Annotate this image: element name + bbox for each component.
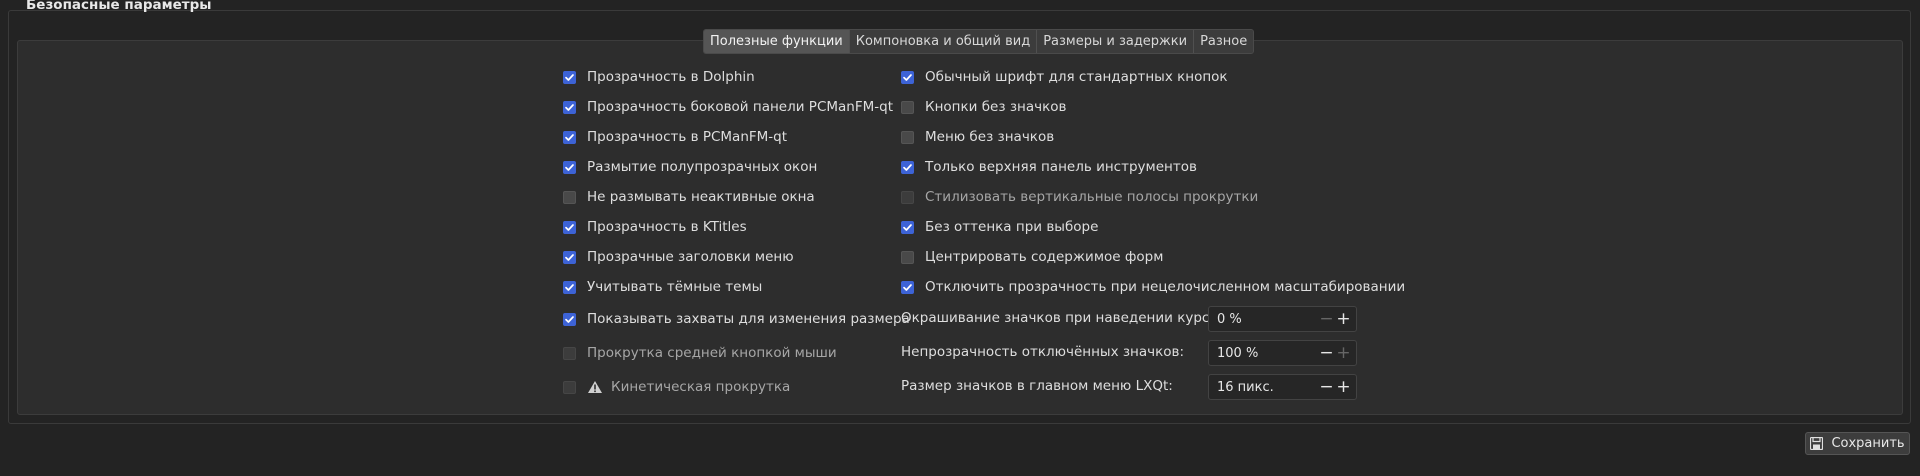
right-option-1[interactable]: Кнопки без значков xyxy=(901,96,1066,118)
plus-icon[interactable]: + xyxy=(1335,341,1352,365)
left-option-9: Прокрутка средней кнопкой мыши xyxy=(563,342,837,364)
left-option-label-1: Прозрачность боковой панели PCManFM-qt xyxy=(587,99,893,115)
spinbox-2[interactable]: 16 пикс. − + xyxy=(1208,374,1357,400)
right-checkbox-7[interactable] xyxy=(901,280,914,294)
minus-icon[interactable]: − xyxy=(1318,375,1335,399)
right-option-2[interactable]: Меню без значков xyxy=(901,126,1054,148)
tab-sizes-delays[interactable]: Размеры и задержки xyxy=(1037,30,1195,53)
left-checkbox-2[interactable] xyxy=(563,130,576,144)
tab-layout-appearance[interactable]: Компоновка и общий вид xyxy=(849,30,1038,53)
spinbox-value-0[interactable]: 0 % xyxy=(1209,312,1318,327)
right-option-3[interactable]: Только верхняя панель инструментов xyxy=(901,156,1197,178)
left-option-8[interactable]: Показывать захваты для изменения размера xyxy=(563,308,910,330)
group-title: Безопасные параметры xyxy=(26,0,212,13)
left-option-label-0: Прозрачность в Dolphin xyxy=(587,69,755,85)
spinbox-1[interactable]: 100 % − + xyxy=(1208,340,1357,366)
spinbox-value-2[interactable]: 16 пикс. xyxy=(1209,380,1318,395)
right-option-0[interactable]: Обычный шрифт для стандартных кнопок xyxy=(901,66,1228,88)
left-option-label-6: Прозрачные заголовки меню xyxy=(587,249,794,265)
left-checkbox-1[interactable] xyxy=(563,100,576,114)
left-option-label-5: Прозрачность в KTitles xyxy=(587,219,747,235)
right-option-5[interactable]: Без оттенка при выборе xyxy=(901,216,1098,238)
right-checkbox-2[interactable] xyxy=(901,130,914,144)
spinbox-0[interactable]: 0 % − + xyxy=(1208,306,1357,332)
left-option-4[interactable]: Не размывать неактивные окна xyxy=(563,186,815,208)
left-checkbox-4[interactable] xyxy=(563,190,576,204)
minus-icon[interactable]: − xyxy=(1318,307,1335,331)
spinbox-label-0: Окрашивание значков при наведении курсор… xyxy=(901,310,1240,326)
save-button-label: Сохранить xyxy=(1831,436,1905,451)
right-option-7[interactable]: Отключить прозрачность при нецелочисленн… xyxy=(901,276,1405,298)
save-button[interactable]: Сохранить xyxy=(1805,432,1910,455)
right-option-label-2: Меню без значков xyxy=(925,129,1055,145)
left-option-label-2: Прозрачность в PCManFM-qt xyxy=(587,129,788,145)
right-option-label-5: Без оттенка при выборе xyxy=(925,219,1099,235)
save-icon xyxy=(1810,437,1824,450)
right-option-4: Стилизовать вертикальные полосы прокрутк… xyxy=(901,186,1258,208)
spinbox-label-2: Размер значков в главном меню LXQt: xyxy=(901,378,1173,394)
left-checkbox-9 xyxy=(563,346,576,360)
left-checkbox-0[interactable] xyxy=(563,70,576,84)
left-option-1[interactable]: Прозрачность боковой панели PCManFM-qt xyxy=(563,96,893,118)
right-option-label-3: Только верхняя панель инструментов xyxy=(925,159,1197,175)
right-checkbox-0[interactable] xyxy=(901,70,914,84)
right-checkbox-4 xyxy=(901,190,914,204)
left-option-0[interactable]: Прозрачность в Dolphin xyxy=(563,66,755,88)
right-checkbox-1[interactable] xyxy=(901,100,914,114)
left-checkbox-7[interactable] xyxy=(563,280,576,294)
left-option-label-7: Учитывать тёмные темы xyxy=(587,279,763,295)
left-checkbox-6[interactable] xyxy=(563,250,576,264)
right-option-label-7: Отключить прозрачность при нецелочисленн… xyxy=(925,279,1406,295)
left-option-label-9: Прокрутка средней кнопкой мыши xyxy=(587,345,837,361)
right-option-label-4: Стилизовать вертикальные полосы прокрутк… xyxy=(925,189,1259,205)
left-option-6[interactable]: Прозрачные заголовки меню xyxy=(563,246,794,268)
tab-bar: Полезные функции Компоновка и общий вид … xyxy=(703,29,1255,54)
left-option-3[interactable]: Размытие полупрозрачных окон xyxy=(563,156,817,178)
left-option-label-8: Показывать захваты для изменения размера xyxy=(587,311,910,327)
plus-icon[interactable]: + xyxy=(1335,307,1352,331)
left-option-label-4: Не размывать неактивные окна xyxy=(587,189,815,205)
warning-icon xyxy=(588,381,602,393)
left-checkbox-5[interactable] xyxy=(563,220,576,234)
left-option-10: Кинетическая прокрутка xyxy=(563,376,790,398)
left-option-7[interactable]: Учитывать тёмные темы xyxy=(563,276,762,298)
spinbox-value-1[interactable]: 100 % xyxy=(1209,346,1318,361)
left-option-2[interactable]: Прозрачность в PCManFM-qt xyxy=(563,126,787,148)
right-option-label-6: Центрировать содержимое форм xyxy=(925,249,1164,265)
left-checkbox-10 xyxy=(563,380,576,394)
right-option-label-0: Обычный шрифт для стандартных кнопок xyxy=(925,69,1228,85)
left-checkbox-3[interactable] xyxy=(563,160,576,174)
tab-useful-features[interactable]: Полезные функции xyxy=(704,30,850,53)
right-checkbox-6[interactable] xyxy=(901,250,914,264)
right-checkbox-3[interactable] xyxy=(901,160,914,174)
right-checkbox-5[interactable] xyxy=(901,220,914,234)
spinbox-label-1: Непрозрачность отключённых значков: xyxy=(901,344,1185,360)
plus-icon[interactable]: + xyxy=(1335,375,1352,399)
right-option-6[interactable]: Центрировать содержимое форм xyxy=(901,246,1163,268)
left-checkbox-8[interactable] xyxy=(563,312,576,326)
left-option-label-3: Размытие полупрозрачных окон xyxy=(587,159,818,175)
tab-misc[interactable]: Разное xyxy=(1194,30,1254,53)
minus-icon[interactable]: − xyxy=(1318,341,1335,365)
left-option-5[interactable]: Прозрачность в KTitles xyxy=(563,216,747,238)
left-option-label-10: Кинетическая прокрутка xyxy=(611,379,791,395)
right-option-label-1: Кнопки без значков xyxy=(925,99,1067,115)
